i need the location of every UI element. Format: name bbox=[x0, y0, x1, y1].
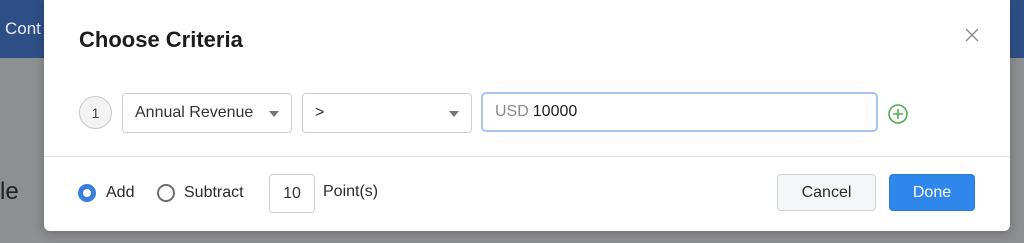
add-radio-label[interactable]: Add bbox=[106, 184, 134, 202]
chevron-down-icon bbox=[449, 111, 459, 117]
add-radio[interactable] bbox=[78, 184, 96, 202]
background-page-text: le bbox=[0, 178, 19, 205]
close-icon bbox=[965, 28, 979, 42]
subtract-radio[interactable] bbox=[157, 184, 175, 202]
dialog-title: Choose Criteria bbox=[79, 27, 243, 52]
subtract-radio-label[interactable]: Subtract bbox=[184, 184, 244, 202]
criteria-value: 10000 bbox=[532, 103, 578, 120]
operator-select[interactable]: > bbox=[302, 93, 472, 133]
done-button[interactable]: Done bbox=[889, 174, 975, 211]
currency-prefix: USD bbox=[495, 103, 529, 120]
criteria-value-input[interactable]: USD 10000 bbox=[481, 92, 878, 132]
plus-circle-icon bbox=[888, 104, 908, 124]
points-label: Point(s) bbox=[323, 183, 379, 200]
close-button[interactable] bbox=[961, 24, 983, 46]
add-criteria-button[interactable] bbox=[887, 103, 909, 125]
criteria-row-number: 1 bbox=[79, 96, 112, 129]
background-nav-text: Cont bbox=[5, 19, 41, 38]
cancel-button[interactable]: Cancel bbox=[777, 174, 876, 211]
field-select[interactable]: Annual Revenue bbox=[122, 93, 292, 133]
field-select-value: Annual Revenue bbox=[135, 104, 254, 121]
chevron-down-icon bbox=[269, 111, 279, 117]
choose-criteria-dialog: Choose Criteria 1 Annual Revenue > USD 1… bbox=[44, 0, 1010, 231]
points-input[interactable]: 10 bbox=[269, 174, 315, 213]
footer-divider bbox=[44, 156, 1010, 157]
operator-select-value: > bbox=[315, 104, 325, 121]
